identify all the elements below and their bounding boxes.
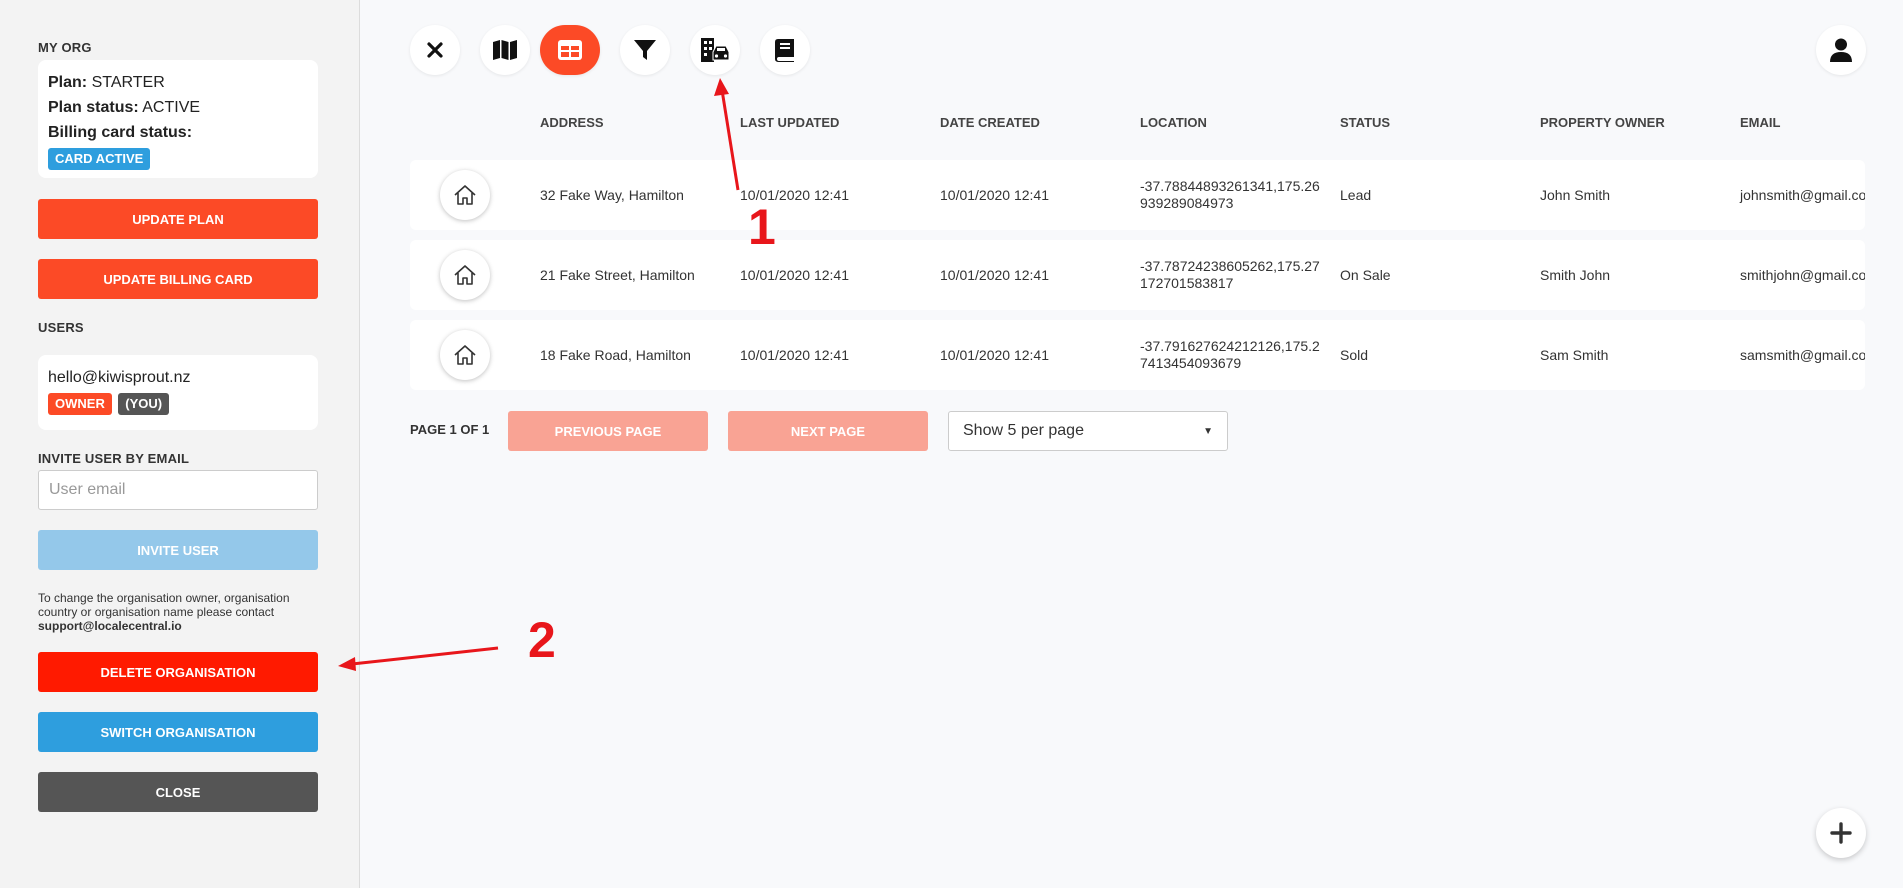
property-home-button[interactable]	[440, 170, 490, 220]
cell-location: -37.78724238605262,175.27172701583817	[1140, 258, 1320, 291]
user-icon	[1830, 38, 1852, 62]
invite-title: INVITE USER BY EMAIL	[38, 451, 190, 466]
home-icon	[454, 185, 476, 205]
cell-status: On Sale	[1340, 267, 1391, 283]
close-sidebar-button[interactable]: CLOSE	[38, 772, 318, 812]
properties-button[interactable]	[690, 25, 740, 75]
cell-last-updated: 10/01/2020 12:41	[740, 267, 849, 283]
close-icon	[427, 42, 443, 58]
filter-icon	[634, 40, 656, 60]
close-view-button[interactable]	[410, 25, 460, 75]
property-home-button[interactable]	[440, 330, 490, 380]
header-last-updated: LAST UPDATED	[740, 115, 840, 130]
cell-owner: Smith John	[1540, 267, 1611, 283]
annotation-arrow-2	[338, 646, 499, 671]
cell-last-updated: 10/01/2020 12:41	[740, 187, 849, 203]
per-page-value: Show 5 per page	[963, 422, 1084, 439]
users-title: USERS	[38, 320, 84, 335]
home-icon	[454, 345, 476, 365]
page-indicator: PAGE 1 OF 1	[410, 422, 490, 437]
update-billing-card-button[interactable]: UPDATE BILLING CARD	[38, 259, 318, 299]
user-card: hello@kiwisprout.nz OWNER (YOU)	[38, 355, 318, 430]
table-view-button[interactable]	[540, 25, 600, 75]
header-email: EMAIL	[1740, 115, 1781, 130]
book-button[interactable]	[760, 25, 810, 75]
support-email: support@localecentral.io	[38, 619, 182, 633]
home-icon	[454, 265, 476, 285]
annotation-label-2: 2	[528, 612, 556, 668]
cell-address: 21 Fake Street, Hamilton	[540, 267, 695, 283]
my-org-title: MY ORG	[38, 40, 92, 55]
cell-status: Lead	[1340, 187, 1372, 203]
org-change-note: To change the organisation owner, organi…	[38, 591, 328, 633]
header-property-owner: PROPERTY OWNER	[1540, 115, 1665, 130]
chevron-down-icon: ▼	[1203, 425, 1213, 437]
invite-email-input[interactable]	[38, 470, 318, 510]
filter-button[interactable]	[620, 25, 670, 75]
plan-status-value: ACTIVE	[142, 99, 201, 116]
cell-email: samsmith@gmail.com	[1740, 347, 1865, 363]
switch-organisation-button[interactable]: SWITCH ORGANISATION	[38, 712, 318, 752]
book-icon	[775, 39, 794, 62]
cell-location: -37.791627624212126,175.27413454093679	[1140, 338, 1320, 371]
table-row[interactable]: 21 Fake Street, Hamilton 10/01/2020 12:4…	[410, 240, 1865, 310]
note-text: To change the organisation owner, organi…	[38, 591, 290, 619]
cell-last-updated: 10/01/2020 12:41	[740, 347, 849, 363]
cell-email: johnsmith@gmail.com	[1740, 187, 1865, 203]
profile-button[interactable]	[1816, 25, 1866, 75]
building-car-icon	[701, 38, 730, 62]
cell-date-created: 10/01/2020 12:41	[940, 267, 1049, 283]
update-plan-button[interactable]: UPDATE PLAN	[38, 199, 318, 239]
cell-date-created: 10/01/2020 12:41	[940, 187, 1049, 203]
cell-date-created: 10/01/2020 12:41	[940, 347, 1049, 363]
cell-location: -37.78844893261341,175.26939289084973	[1140, 178, 1320, 211]
plan-label: Plan:	[48, 74, 88, 91]
cell-address: 18 Fake Road, Hamilton	[540, 347, 691, 363]
card-active-badge: CARD ACTIVE	[48, 148, 151, 170]
map-icon	[493, 40, 517, 60]
owner-badge: OWNER	[48, 393, 112, 415]
cell-owner: Sam Smith	[1540, 347, 1609, 363]
you-badge: (YOU)	[118, 393, 170, 415]
user-email: hello@kiwisprout.nz	[48, 369, 191, 386]
cell-email: smithjohn@gmail.com	[1740, 267, 1865, 283]
header-status: STATUS	[1340, 115, 1391, 130]
table-header: ADDRESS LAST UPDATED DATE CREATED LOCATI…	[0, 115, 1903, 135]
header-location: LOCATION	[1140, 115, 1207, 130]
add-button[interactable]	[1816, 808, 1866, 858]
cell-status: Sold	[1340, 347, 1369, 363]
plus-icon	[1830, 822, 1852, 844]
invite-user-button[interactable]: INVITE USER	[38, 530, 318, 570]
plan-value: STARTER	[91, 74, 165, 91]
property-home-button[interactable]	[440, 250, 490, 300]
header-date-created: DATE CREATED	[940, 115, 1040, 130]
table-icon	[558, 40, 582, 60]
table-row[interactable]: 18 Fake Road, Hamilton 10/01/2020 12:41 …	[410, 320, 1865, 390]
previous-page-button[interactable]: PREVIOUS PAGE	[508, 411, 708, 451]
delete-organisation-button[interactable]: DELETE ORGANISATION	[38, 652, 318, 692]
per-page-select[interactable]: Show 5 per page ▼	[948, 411, 1228, 451]
next-page-button[interactable]: NEXT PAGE	[728, 411, 928, 451]
cell-owner: John Smith	[1540, 187, 1611, 203]
header-address: ADDRESS	[540, 115, 604, 130]
cell-address: 32 Fake Way, Hamilton	[540, 187, 684, 203]
plan-status-label: Plan status:	[48, 99, 139, 116]
map-view-button[interactable]	[480, 25, 530, 75]
table-row[interactable]: 32 Fake Way, Hamilton 10/01/2020 12:41 1…	[410, 160, 1865, 230]
